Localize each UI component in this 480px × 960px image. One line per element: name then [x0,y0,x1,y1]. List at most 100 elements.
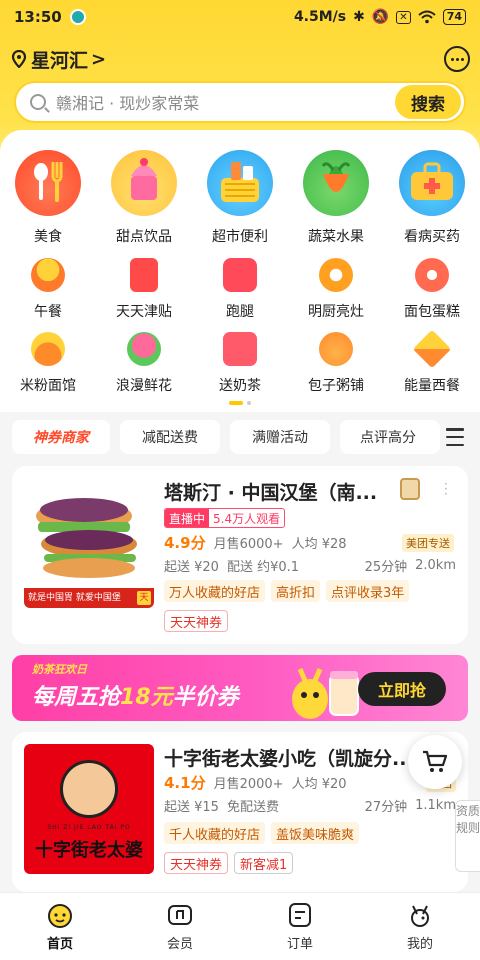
search-button[interactable]: 搜索 [395,85,461,119]
tab-profile[interactable]: 我的 [360,893,480,960]
category-vegetables[interactable]: 蔬菜水果 [288,150,384,246]
coupon-row: 天天神券 [164,610,229,632]
tab-member[interactable]: 会员 [120,893,240,960]
category-label: 美食 [34,229,62,245]
tab-label: 首页 [46,937,73,952]
filter-chip[interactable]: 满赠活动 [230,420,330,454]
category-subsidy[interactable]: 天天津贴 [96,258,192,321]
flower-icon [127,332,161,366]
promo-banner[interactable]: 奶茶狂欢日 每周五抢18元半价券 立即抢 [12,655,468,721]
distance: 1.1km [415,798,456,813]
sub-category-row: 米粉面馆 浪漫鲜花 送奶茶 包子粥铺 能量西餐 [0,329,480,395]
logo-pinyin: SHI ZI JIE LAO TAI PO [47,824,131,831]
coupon-tag[interactable]: 天天神券 [164,852,229,874]
category-label: 米粉面馆 [20,378,76,394]
profile-icon [411,905,429,927]
live-badge[interactable]: 直播中 5.4万人观看 [164,508,286,528]
wifi-icon [418,10,436,24]
category-label: 跑腿 [226,304,254,320]
home-icon [48,904,72,928]
category-label: 面包蛋糕 [404,304,460,320]
location-name[interactable]: 星河汇 [31,46,88,73]
main-category-row: 美食 甜点饮品 超市便利 蔬菜水果 看病买药 [0,150,480,246]
status-time: 13:50 [14,8,62,26]
filter-bar: 神券商家 减配送费 满赠活动 点评高分 [12,420,472,454]
category-supermarket[interactable]: 超市便利 [192,150,288,246]
category-label: 包子粥铺 [308,378,364,394]
category-milk-tea[interactable]: 送奶茶 [192,332,288,395]
more-icon[interactable]: · · · [444,478,448,500]
tab-home[interactable]: 首页 [0,893,120,960]
coupon-row: 天天神券 新客减1 [164,852,294,874]
banner-headline: 每周五抢18元半价券 [32,685,239,710]
noodle-icon [31,332,65,366]
shop-card[interactable]: 就是中国胃 就爱中国堡 天 塔斯汀 · 中国汉堡（南... · · · 直播中 5.4… [12,466,468,644]
category-western[interactable]: 能量西餐 [384,329,480,395]
rating-score: 4.1分 [164,774,206,792]
search-bar[interactable]: 赣湘记 · 现炒家常菜 搜索 [14,81,466,123]
category-noodles[interactable]: 米粉面馆 [0,332,96,395]
filter-chip[interactable]: 减配送费 [120,420,220,454]
filter-menu-icon[interactable] [446,428,464,446]
category-flowers[interactable]: 浪漫鲜花 [96,332,192,395]
filter-chip[interactable]: 点评高分 [340,420,440,454]
shop-card[interactable]: SHI ZI JIE LAO TAI PO 十字街老太婆 十字街老太婆小吃（凯旋… [12,732,468,892]
message-button[interactable] [444,46,470,72]
shop-tag: 点评收录3年 [326,580,410,602]
category-buns[interactable]: 包子粥铺 [288,332,384,395]
category-label: 超市便利 [212,229,268,245]
thumbnail-caption: 就是中国胃 就爱中国堡 [24,588,154,608]
category-dessert[interactable]: 甜点饮品 [96,150,192,246]
bluetooth-icon: ✱ [353,9,365,25]
filter-chip[interactable]: 神券商家 [12,420,110,454]
qualification-rules-tab[interactable]: 资质规则 [455,800,480,872]
category-label: 明厨亮灶 [308,304,364,320]
category-lunch[interactable]: 午餐 [0,258,96,321]
category-label: 看病买药 [404,229,460,245]
category-errand[interactable]: 跑腿 [192,258,288,321]
grab-button[interactable]: 立即抢 [358,672,446,706]
category-label: 天天津贴 [116,304,172,320]
average-price: 人均 ¥28 [291,537,347,552]
icecream-icon [111,150,177,216]
delivery-fee: 免配送费 [226,800,279,815]
medkit-icon [399,150,465,216]
chevron-right-icon[interactable]: > [91,49,106,70]
monthly-sales: 月售2000+ [213,777,284,792]
brand-medal-icon [400,478,420,500]
category-open-kitchen[interactable]: 明厨亮灶 [288,258,384,321]
shop-thumbnail: 就是中国胃 就爱中国堡 天 [24,478,154,608]
tag-row: 千人收藏的好店 盖饭美味脆爽 [164,822,360,844]
coupon-tag[interactable]: 天天神券 [164,610,229,632]
shop-name[interactable]: 十字街老太婆小吃（凯旋分... [164,744,422,771]
tag-row: 万人收藏的好店 高折扣 点评收录3年 [164,580,410,602]
category-medicine[interactable]: 看病买药 [384,150,480,246]
coupon-icon [130,258,158,292]
app-notification-icon [69,9,86,25]
tab-orders[interactable]: 订单 [240,893,360,960]
chef-avatar-icon [60,760,118,818]
cart-button[interactable] [408,735,462,789]
category-food[interactable]: 美食 [0,150,96,246]
tab-label: 订单 [286,937,313,952]
location-bar: 星河汇 > [10,44,470,74]
delivery-row: 起送 ¥15 免配送费 27分钟 1.1km [164,796,456,815]
coupon-tag[interactable]: 新客减1 [234,852,294,874]
member-icon [168,905,192,925]
category-label: 蔬菜水果 [308,229,364,245]
shop-tag: 盖饭美味脆爽 [271,822,360,844]
bun-icon [319,332,353,366]
sim-off-icon: ✕ [396,10,411,24]
category-bakery[interactable]: 面包蛋糕 [384,258,480,321]
distance: 2.0km [415,558,456,573]
delivery-time: 27分钟 [364,800,408,815]
category-label: 甜点饮品 [116,229,172,245]
shop-tag: 千人收藏的好店 [164,822,266,844]
delivery-badge: 美团专送 [402,533,454,552]
shop-tag: 高折扣 [271,580,321,602]
cutlery-icon [15,150,81,216]
gift-icon [223,332,257,366]
bottom-tab-bar: 首页 会员 订单 我的 [0,892,480,960]
search-input[interactable]: 赣湘记 · 现炒家常菜 [56,90,199,114]
shop-name[interactable]: 塔斯汀 · 中国汉堡（南... [164,478,394,505]
